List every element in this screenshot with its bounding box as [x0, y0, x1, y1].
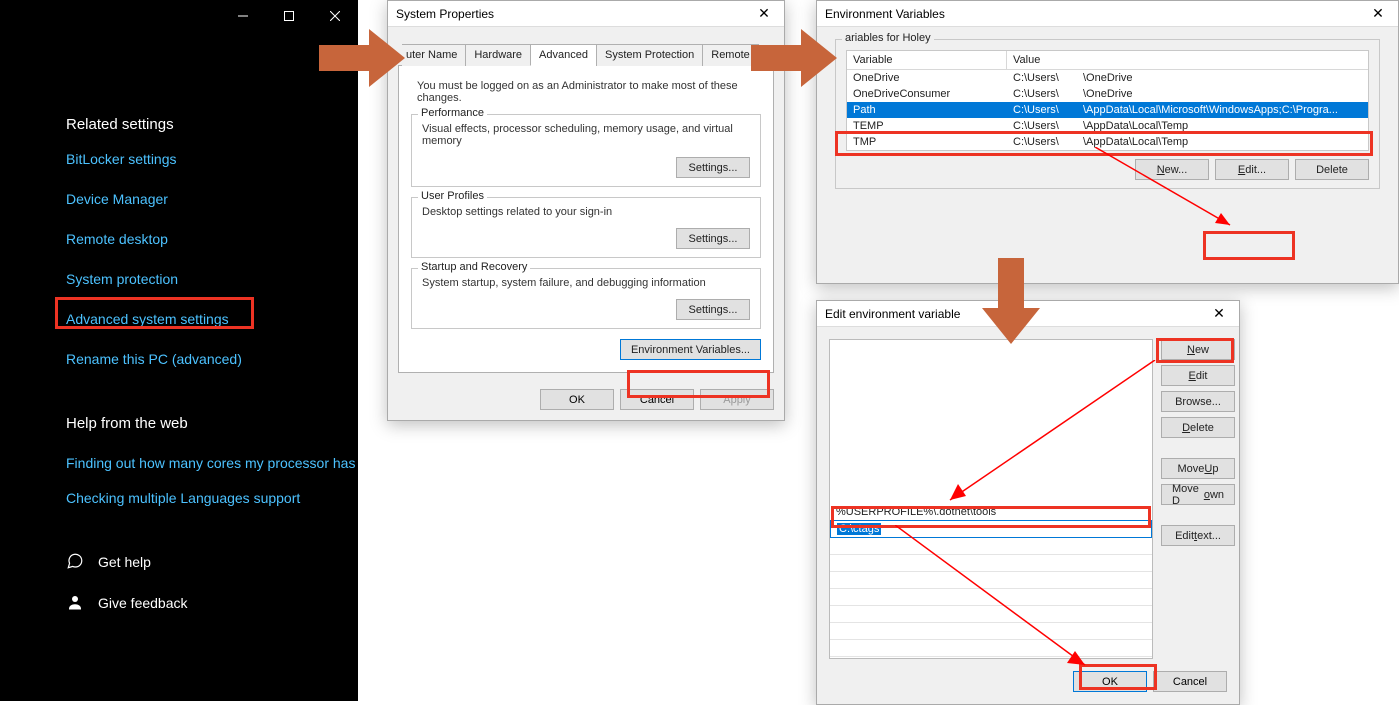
system-protection-link[interactable]: System protection: [66, 271, 358, 287]
remote-desktop-link[interactable]: Remote desktop: [66, 231, 358, 247]
close-icon[interactable]: ✕: [1199, 305, 1239, 322]
startup-recovery-group: Startup and Recovery System startup, sys…: [411, 268, 761, 329]
arrow-icon: [319, 29, 405, 87]
editev-movedown-button[interactable]: Move Down: [1161, 484, 1235, 505]
system-properties-dialog: System Properties ✕ uter Name Hardware A…: [387, 0, 785, 421]
admin-note: You must be logged on as an Administrato…: [411, 80, 761, 104]
sysprop-cancel-button[interactable]: Cancel: [620, 389, 694, 410]
env-edit-button[interactable]: Edit...: [1215, 159, 1289, 180]
advanced-system-settings-link[interactable]: Advanced system settings: [66, 311, 358, 327]
editev-edittext-button[interactable]: Edit text...: [1161, 525, 1235, 546]
editev-edit-button[interactable]: Edit: [1161, 365, 1235, 386]
environment-variables-dialog: Environment Variables ✕ ariables for Hol…: [816, 0, 1399, 284]
envvars-title: Environment Variables: [825, 7, 1358, 21]
bitlocker-link[interactable]: BitLocker settings: [66, 151, 358, 167]
close-icon[interactable]: ✕: [744, 5, 784, 22]
env-var-row[interactable]: OneDriveConsumerC:\Users\\OneDrive: [847, 86, 1368, 102]
user-variables-group: ariables for Holey Variable Value OneDri…: [835, 39, 1380, 189]
sysprop-apply-button[interactable]: Apply: [700, 389, 774, 410]
editev-delete-button[interactable]: Delete: [1161, 417, 1235, 438]
env-new-button[interactable]: New...: [1135, 159, 1209, 180]
path-entries-list[interactable]: %USERPROFILE%\.dotnet\tools C:\ctags: [829, 339, 1153, 659]
performance-group: Performance Visual effects, processor sc…: [411, 114, 761, 187]
sysprop-ok-button[interactable]: OK: [540, 389, 614, 410]
sysprop-tabs: uter Name Hardware Advanced System Prote…: [398, 43, 774, 66]
settings-titlebar: [0, 0, 358, 32]
path-entry-selected[interactable]: C:\ctags: [830, 520, 1152, 538]
sysprop-title: System Properties: [396, 7, 744, 21]
path-entry[interactable]: %USERPROFILE%\.dotnet\tools: [830, 504, 1152, 520]
env-var-row[interactable]: PathC:\Users\\AppData\Local\Microsoft\Wi…: [847, 102, 1368, 118]
rename-pc-link[interactable]: Rename this PC (advanced): [66, 351, 358, 367]
help-cores-link[interactable]: Finding out how many cores my processor …: [66, 454, 358, 474]
editev-cancel-button[interactable]: Cancel: [1153, 671, 1227, 692]
tab-computer-name[interactable]: uter Name: [402, 44, 466, 66]
arrow-down-icon: [982, 258, 1040, 344]
editev-moveup-button[interactable]: Move Up: [1161, 458, 1235, 479]
edit-environment-variable-dialog: Edit environment variable ✕ %USERPROFILE…: [816, 300, 1240, 705]
col-value[interactable]: Value: [1007, 51, 1368, 69]
env-var-row[interactable]: TMPC:\Users\\AppData\Local\Temp: [847, 134, 1368, 150]
give-feedback-link[interactable]: Give feedback: [98, 595, 188, 611]
close-icon[interactable]: ✕: [1358, 5, 1398, 22]
editev-browse-button[interactable]: Browse...: [1161, 391, 1235, 412]
user-profiles-group: User Profiles Desktop settings related t…: [411, 197, 761, 258]
env-var-row[interactable]: TEMPC:\Users\\AppData\Local\Temp: [847, 118, 1368, 134]
startup-settings-button[interactable]: Settings...: [676, 299, 750, 320]
related-settings-heading: Related settings: [66, 116, 358, 133]
env-var-row[interactable]: OneDriveC:\Users\\OneDrive: [847, 70, 1368, 86]
profiles-settings-button[interactable]: Settings...: [676, 228, 750, 249]
get-help-link[interactable]: Get help: [98, 554, 151, 570]
environment-variables-button[interactable]: Environment Variables...: [620, 339, 761, 360]
help-from-web-heading: Help from the web: [66, 415, 358, 432]
perf-settings-button[interactable]: Settings...: [676, 157, 750, 178]
env-delete-button[interactable]: Delete: [1295, 159, 1369, 180]
tab-advanced[interactable]: Advanced: [530, 44, 597, 66]
chat-bubble-icon: [66, 552, 84, 573]
close-button[interactable]: [312, 0, 358, 32]
minimize-button[interactable]: [220, 0, 266, 32]
person-icon: [66, 593, 84, 614]
editev-new-button[interactable]: New: [1161, 339, 1235, 360]
env-variables-table[interactable]: Variable Value OneDriveC:\Users\\OneDriv…: [846, 50, 1369, 151]
windows-settings-panel: Related settings BitLocker settings Devi…: [0, 0, 358, 701]
arrow-icon: [751, 29, 837, 87]
col-variable[interactable]: Variable: [847, 51, 1007, 69]
tab-hardware[interactable]: Hardware: [465, 44, 531, 66]
tab-system-protection[interactable]: System Protection: [596, 44, 703, 66]
editev-ok-button[interactable]: OK: [1073, 671, 1147, 692]
maximize-button[interactable]: [266, 0, 312, 32]
help-languages-link[interactable]: Checking multiple Languages support: [66, 490, 358, 506]
device-manager-link[interactable]: Device Manager: [66, 191, 358, 207]
